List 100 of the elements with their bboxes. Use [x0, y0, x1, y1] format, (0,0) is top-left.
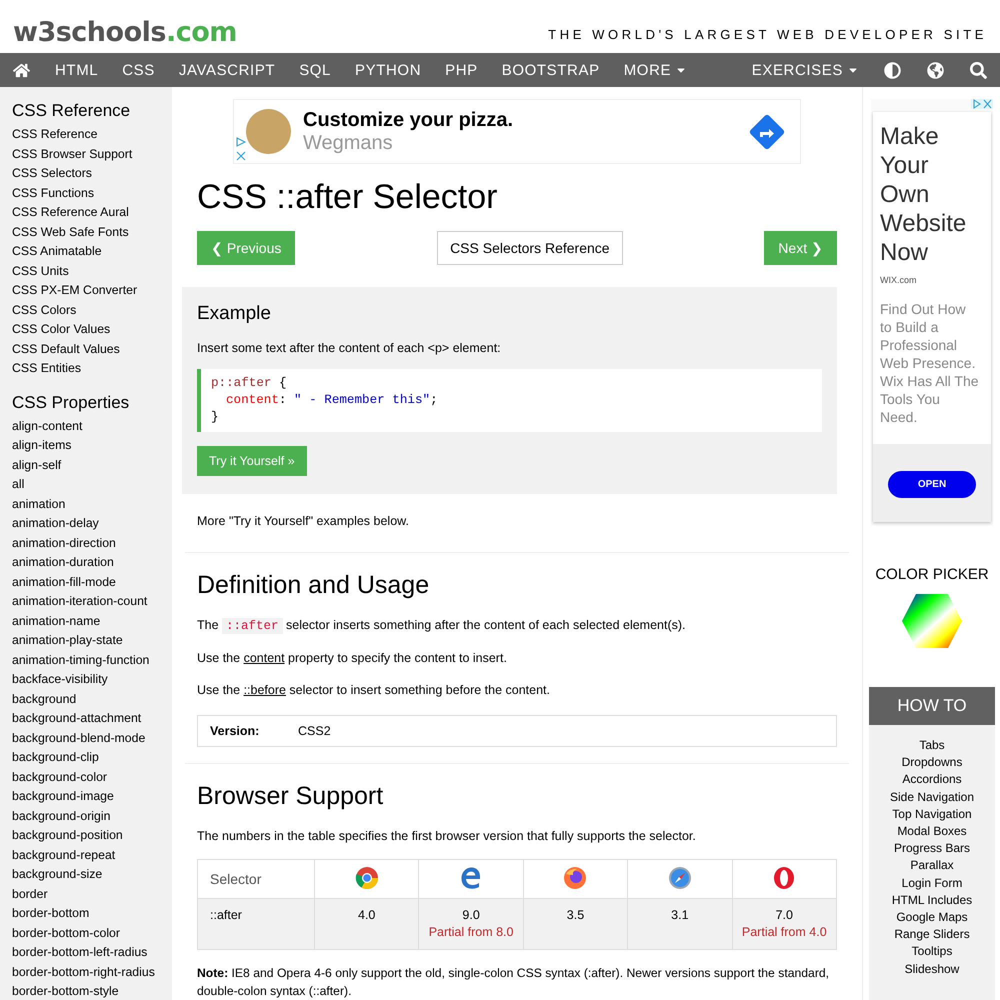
howto-link[interactable]: Progress Bars: [894, 840, 970, 858]
opera-logo-icon: [772, 866, 796, 890]
sidebar-link[interactable]: background-image: [12, 787, 172, 806]
howto-link[interactable]: Top Navigation: [892, 806, 972, 824]
note-text: Note: IE8 and Opera 4-6 only support the old, single-colon CSS syntax (:after). Newer versions support the standard, double-colon syntax (::after).: [197, 965, 830, 1000]
sidebar-link[interactable]: border-bottom-style: [12, 982, 172, 1000]
howto-link[interactable]: Google Maps: [896, 909, 968, 926]
sidebar-link[interactable]: animation: [12, 494, 172, 514]
ad-panel[interactable]: Make Your Own Website Now WIX.com Find Out How to Build a Professional Web Presence. Wix Has All The Tools You Need. OPEN: [871, 99, 993, 526]
sidebar-link[interactable]: border-bottom-right-radius: [12, 962, 172, 982]
color-picker-hexagon-icon[interactable]: [901, 593, 963, 649]
ad-banner[interactable]: Customize your pizza. Wegmans: [233, 99, 801, 164]
sidebar-link[interactable]: background-repeat: [12, 846, 172, 865]
sidebar-heading: CSS Reference: [12, 101, 132, 121]
sidebar-link[interactable]: CSS Color Values: [12, 320, 172, 340]
sidebar-heading: CSS Properties: [12, 392, 130, 412]
nav-link[interactable]: CSS: [110, 53, 167, 87]
sidebar-link[interactable]: animation-iteration-count: [12, 592, 172, 612]
advertiser-logo: [246, 109, 291, 154]
howto-link[interactable]: Login Form: [902, 874, 962, 892]
property-link[interactable]: content: [244, 651, 285, 665]
sidebar-link[interactable]: CSS Colors: [12, 300, 172, 320]
howto-link[interactable]: Slideshow: [904, 960, 960, 978]
nav-link[interactable]: HTML: [43, 53, 110, 87]
sidebar-link[interactable]: CSS Web Safe Fonts: [12, 222, 172, 242]
sidebar-link[interactable]: CSS Animatable: [12, 242, 172, 262]
howto-link[interactable]: Range Sliders: [894, 926, 970, 944]
sidebar-link[interactable]: background-position: [12, 826, 172, 846]
nav-link[interactable]: BOOTSTRAP: [490, 53, 612, 87]
sidebar-link[interactable]: background: [12, 690, 172, 709]
sidebar-link[interactable]: border-bottom-left-radius: [12, 943, 172, 962]
nav-link[interactable]: PHP: [433, 53, 490, 87]
sidebar-link[interactable]: align-self: [12, 456, 172, 475]
sidebar-link[interactable]: CSS Browser Support: [12, 144, 172, 164]
sidebar-link[interactable]: animation-delay: [12, 514, 172, 534]
safari-logo-icon: [668, 866, 692, 890]
howto-link[interactable]: HTML Includes: [892, 892, 972, 910]
page-title: CSS ::after Selector: [197, 178, 498, 217]
sidebar-link[interactable]: background-clip: [12, 748, 172, 768]
sidebar-link[interactable]: CSS Reference Aural: [12, 203, 172, 222]
nav-link[interactable]: PYTHON: [343, 53, 434, 87]
sidebar-link[interactable]: animation-duration: [12, 553, 172, 572]
chrome-logo-icon: [354, 866, 379, 890]
sidebar-link[interactable]: border-bottom-color: [12, 924, 172, 943]
version-number: 3.5: [566, 907, 586, 924]
sidebar-link[interactable]: animation-play-state: [12, 631, 172, 650]
sidebar-link[interactable]: align-content: [12, 416, 172, 436]
ad-description: Find Out How to Build a Professional Web Presence. Wix Has All The Tools You Need.: [879, 300, 980, 427]
sidebar-link[interactable]: background-size: [12, 865, 172, 884]
code-block: p::after { content: " - Remember this"; }: [197, 369, 822, 432]
w3schools-logo[interactable]: w3schools.com: [13, 17, 237, 48]
section-heading: Definition and Usage: [197, 571, 430, 600]
sidebar-link[interactable]: animation-fill-mode: [12, 572, 172, 592]
sidebar-link[interactable]: border-bottom: [12, 904, 172, 924]
table-cell: ::after: [198, 898, 314, 950]
color-picker-title: COLOR PICKER: [875, 566, 989, 583]
howto-link[interactable]: Modal Boxes: [897, 823, 967, 840]
sidebar-link[interactable]: CSS Default Values: [12, 340, 172, 359]
sidebar-link[interactable]: CSS Units: [12, 262, 172, 281]
firefox-logo-icon: [563, 866, 588, 890]
version-number: 7.0: [774, 907, 794, 924]
sidebar-link[interactable]: CSS Reference: [12, 125, 172, 144]
howto-link[interactable]: Tabs: [919, 737, 945, 754]
howto-link[interactable]: Side Navigation: [890, 788, 974, 806]
nav-link[interactable]: SQL: [287, 53, 344, 87]
sidebar-link[interactable]: background-blend-mode: [12, 728, 172, 748]
version-number: 9.0: [461, 907, 481, 924]
sidebar-link[interactable]: backface-visibility: [12, 670, 172, 690]
howto-link[interactable]: Accordions: [902, 771, 962, 789]
sidebar-link[interactable]: border: [12, 884, 172, 904]
ad-choices-icon[interactable]: [236, 137, 246, 161]
ad-choices-icon[interactable]: [971, 99, 993, 109]
howto-link[interactable]: Tooltips: [912, 943, 952, 961]
ad-advertiser: Wegmans: [303, 132, 394, 154]
howto-link[interactable]: Parallax: [910, 857, 954, 875]
nav-link[interactable]: MORE: [612, 53, 700, 87]
paragraph: Use the content property to specify the content to insert.: [197, 651, 508, 665]
section-heading: Browser Support: [197, 782, 384, 811]
open-button[interactable]: OPEN: [888, 471, 976, 498]
sidebar-link[interactable]: CSS Selectors: [12, 164, 172, 184]
sidebar-link[interactable]: background-color: [12, 768, 172, 787]
sidebar-link[interactable]: all: [12, 475, 172, 494]
sidebar-link[interactable]: background-attachment: [12, 709, 172, 728]
sidebar-link[interactable]: animation-direction: [12, 534, 172, 553]
property-link[interactable]: ::before: [244, 683, 286, 697]
sidebar-link[interactable]: CSS Functions: [12, 184, 172, 203]
sidebar-link[interactable]: CSS PX-EM Converter: [12, 281, 172, 300]
inline-code: ::after: [222, 618, 283, 634]
sidebar-link[interactable]: align-items: [12, 436, 172, 456]
sidebar-link[interactable]: animation-timing-function: [12, 650, 172, 670]
nav-link[interactable]: EXERCISES: [740, 53, 871, 87]
howto-link[interactable]: Dropdowns: [902, 754, 962, 772]
sidebar-link[interactable]: CSS Entities: [12, 359, 172, 378]
paragraph: Use the ::before selector to insert something before the content.: [197, 683, 551, 697]
sidebar-link[interactable]: background-origin: [12, 806, 172, 826]
nav-link[interactable]: JAVASCRIPT: [166, 53, 288, 87]
reference-button[interactable]: CSS Selectors Reference: [437, 231, 623, 265]
version-number: 3.1: [670, 907, 690, 924]
sidebar-link[interactable]: animation-name: [12, 612, 172, 631]
ad-headline: Customize your pizza.: [303, 108, 514, 132]
